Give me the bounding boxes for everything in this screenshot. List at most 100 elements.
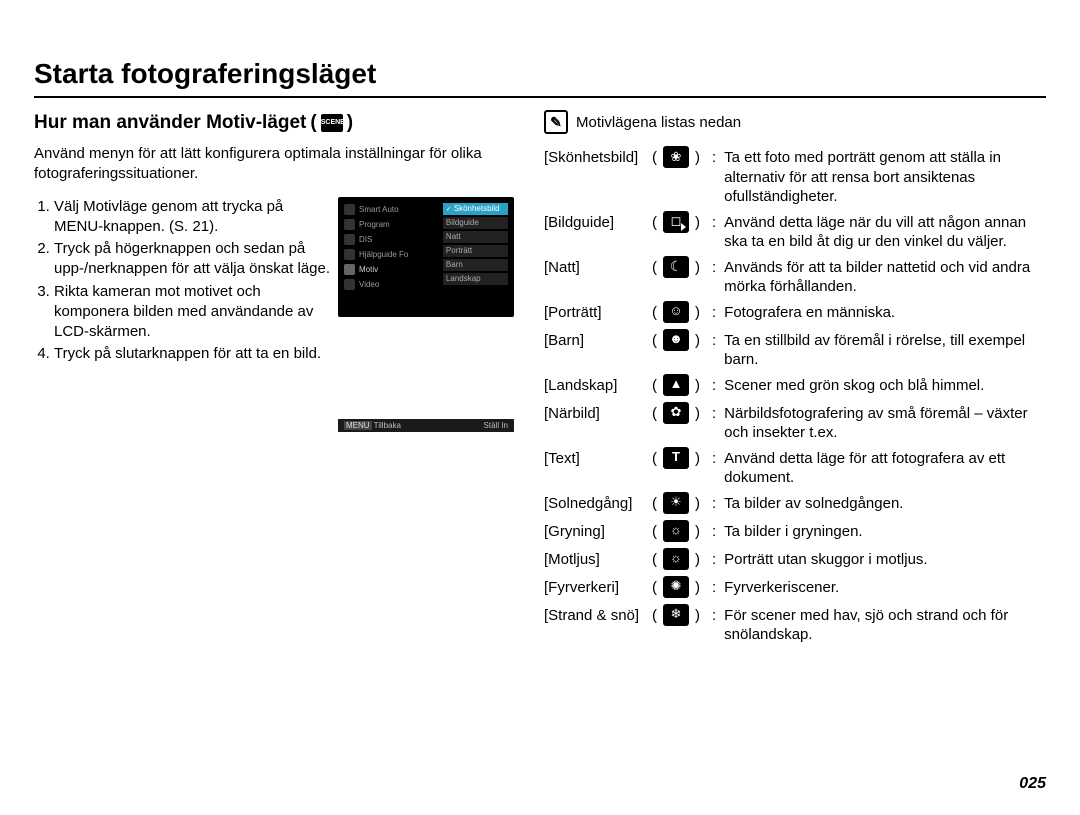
lcd-preview: Smart Auto Program DIS Hjälpguide Fo Motiv Vi…: [338, 197, 514, 367]
lcd-right-item: Skönhetsbild: [443, 203, 508, 215]
step-list: Välj Motivläge genom att trycka på MENU-…: [34, 197, 330, 365]
paren-close: ): [695, 258, 700, 278]
lcd-left-row: Hjälpguide Fo: [344, 248, 439, 261]
intro-text: Använd menyn för att lätt konfigurera op…: [34, 144, 514, 185]
paren-close: ): [695, 578, 700, 598]
paren-open: (: [652, 303, 657, 323]
night-icon: [663, 256, 689, 278]
paren-close: ): [695, 550, 700, 570]
note-text: Motivlägena listas nedan: [576, 114, 741, 131]
lcd-left-label: Program: [359, 220, 390, 229]
scene-mode-label: [Landskap]: [544, 376, 646, 396]
colon: :: [712, 578, 716, 598]
lcd-left-row: Smart Auto: [344, 203, 439, 216]
macro-icon: [663, 402, 689, 424]
scene-mode-desc: Scener med grön skog och blå himmel.: [724, 376, 1046, 396]
scene-mode-desc: Ta bilder i gryningen.: [724, 522, 1046, 542]
subhead-text: Hur man använder Motiv-läget: [34, 112, 306, 134]
title-rule: [34, 96, 1046, 98]
scene-mode-desc: Använd detta läge när du vill att någon …: [724, 213, 1046, 252]
paren-close: ): [695, 303, 700, 323]
text-icon: [663, 447, 689, 469]
land-icon: [663, 374, 689, 396]
scene-mode-row: [Landskap] (): Scener med grön skog och bl…: [544, 376, 1046, 398]
colon: :: [712, 148, 716, 168]
scene-mode-desc: Använd detta läge för att fotografera av…: [724, 449, 1046, 488]
paren-open: (: [652, 258, 657, 278]
paren-open: (: [652, 148, 657, 168]
section-subhead: Hur man använder Motiv-läget ( SCENE ): [34, 112, 514, 134]
colon: :: [712, 331, 716, 351]
lcd-mode-icon: [344, 264, 355, 275]
lcd-right-item: Barn: [443, 259, 508, 271]
scene-mode-desc: Används för att ta bilder nattetid och v…: [724, 258, 1046, 297]
scene-mode-icon: SCENE: [321, 114, 343, 132]
guide-icon: [663, 211, 689, 233]
paren-open: (: [652, 331, 657, 351]
lcd-foot-menu-icon: MENU: [344, 421, 372, 430]
scene-mode-desc: Närbildsfotografering av små föremål – v…: [724, 404, 1046, 443]
scene-mode-label: [Strand & snö]: [544, 606, 646, 626]
lcd-left-label: Motiv: [359, 265, 378, 274]
paren-open: (: [652, 522, 657, 542]
lcd-left-label: Hjälpguide Fo: [359, 250, 408, 259]
scene-mode-row: [Strand & snö]():För scener med hav, sjö…: [544, 606, 1046, 645]
lcd-right-item: Porträtt: [443, 245, 508, 257]
paren-open: (: [652, 449, 657, 469]
scene-mode-desc: Ta en stillbild av föremål i rörelse, ti…: [724, 331, 1046, 370]
lcd-left-label: Video: [359, 280, 379, 289]
paren-close: ): [695, 606, 700, 626]
lcd-mode-icon: [344, 204, 355, 215]
lcd-left-row: Motiv: [344, 263, 439, 276]
sunset-icon: [663, 492, 689, 514]
note-icon: ✎: [544, 110, 568, 134]
lcd-left-label: Smart Auto: [359, 205, 399, 214]
colon: :: [712, 494, 716, 514]
page-title: Starta fotograferingsläget: [34, 58, 1046, 90]
scene-mode-desc: Ta bilder av solnedgången.: [724, 494, 1046, 514]
scene-mode-desc: Ta ett foto med porträtt genom att ställ…: [724, 148, 1046, 207]
scene-mode-row: [Gryning]():Ta bilder i gryningen.: [544, 522, 1046, 544]
scene-mode-list: [Skönhetsbild]():Ta ett foto med porträt…: [544, 148, 1046, 645]
lcd-left-row: Video: [344, 278, 439, 291]
step-item: Rikta kameran mot motivet och komponera …: [54, 282, 330, 343]
right-column: ✎ Motivlägena listas nedan [Skönhetsbild…: [544, 112, 1046, 651]
scene-mode-label: [Motljus]: [544, 550, 646, 570]
scene-mode-row: [Porträtt]():Fotografera en människa.: [544, 303, 1046, 325]
step-item: Tryck på högerknappen och sedan på upp-/…: [54, 239, 330, 280]
scene-mode-label: [Bildguide]: [544, 213, 646, 233]
scene-mode-label: [Solnedgång]: [544, 494, 646, 514]
paren-close: ): [695, 376, 700, 396]
scene-mode-row: [Text]():Använd detta läge för att fotog…: [544, 449, 1046, 488]
paren-close: ): [695, 449, 700, 469]
scene-mode-label: [Närbild]: [544, 404, 646, 424]
colon: :: [712, 522, 716, 542]
colon: :: [712, 376, 716, 396]
step-item: Välj Motivläge genom att trycka på MENU-…: [54, 197, 330, 238]
scene-mode-desc: Fotografera en människa.: [724, 303, 1046, 323]
paren-close: ): [347, 112, 353, 134]
paren-close: ): [695, 331, 700, 351]
fire-icon: [663, 576, 689, 598]
scene-mode-row: [Närbild]():Närbildsfotografering av små…: [544, 404, 1046, 443]
paren-open: (: [652, 213, 657, 233]
lcd-right-item: Natt: [443, 231, 508, 243]
paren-open: (: [652, 376, 657, 396]
lcd-right-item: Landskap: [443, 273, 508, 285]
scene-mode-label: [Fyrverkeri]: [544, 578, 646, 598]
lcd-right-item: Bildguide: [443, 217, 508, 229]
scene-mode-row: [Motljus]():Porträtt utan skuggor i motl…: [544, 550, 1046, 572]
paren-open: (: [652, 550, 657, 570]
beach-icon: [663, 604, 689, 626]
beauty-icon: [663, 146, 689, 168]
page-number: 025: [1019, 775, 1046, 793]
paren-open: (: [652, 404, 657, 424]
scene-mode-row: [Natt]():Används för att ta bilder natte…: [544, 258, 1046, 297]
scene-mode-label: [Porträtt]: [544, 303, 646, 323]
scene-mode-row: [Fyrverkeri]():Fyrverkeriscener.: [544, 578, 1046, 600]
scene-mode-label: [Text]: [544, 449, 646, 469]
lcd-mode-icon: [344, 234, 355, 245]
portrait-icon: [663, 301, 689, 323]
lcd-left-label: DIS: [359, 235, 372, 244]
colon: :: [712, 258, 716, 278]
